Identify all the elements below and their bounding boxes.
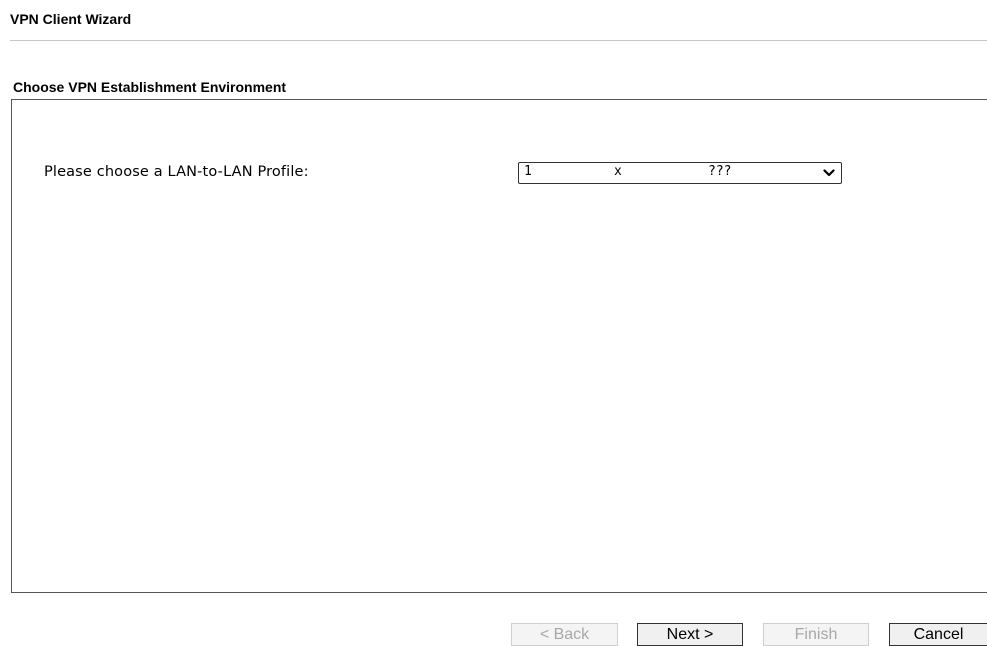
- back-button[interactable]: < Back: [511, 623, 618, 646]
- section-title: Choose VPN Establishment Environment: [13, 79, 287, 95]
- profile-label: Please choose a LAN-to-LAN Profile:: [44, 164, 309, 180]
- profile-name: ???: [708, 164, 732, 179]
- page-title: VPN Client Wizard: [10, 11, 132, 27]
- profile-status: x: [614, 164, 622, 179]
- cancel-button[interactable]: Cancel: [889, 623, 987, 646]
- next-button[interactable]: Next >: [637, 623, 743, 646]
- title-divider: [10, 40, 987, 41]
- finish-button[interactable]: Finish: [763, 623, 869, 646]
- chevron-down-icon: [823, 169, 835, 177]
- profile-index: 1: [524, 164, 532, 179]
- lan-to-lan-profile-select[interactable]: 1 x ???: [518, 162, 842, 184]
